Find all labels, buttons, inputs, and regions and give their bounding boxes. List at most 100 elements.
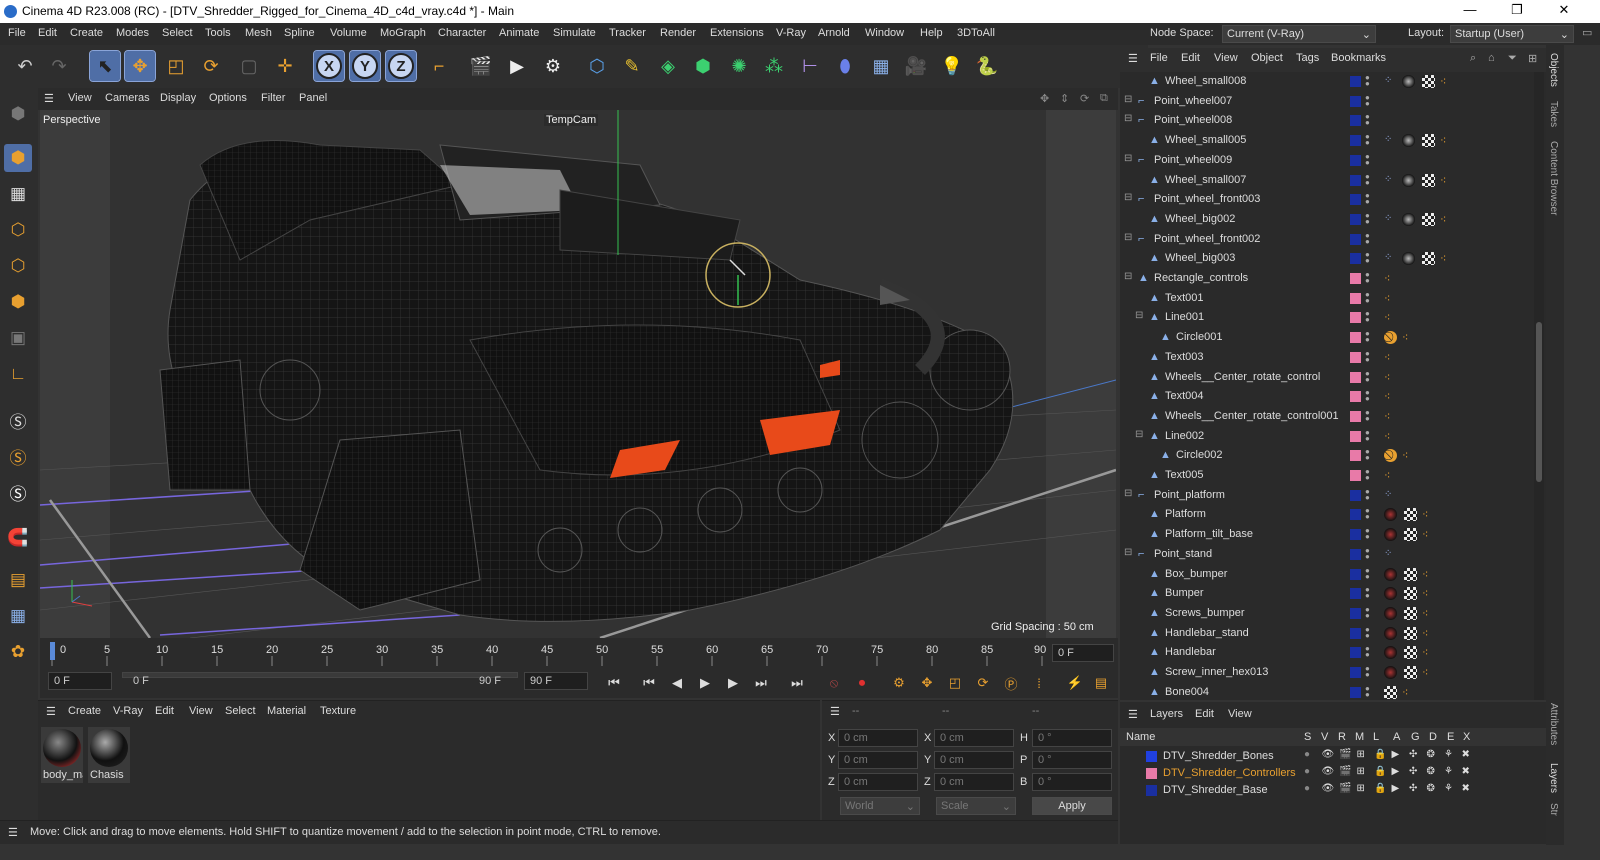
texture-tag-icon[interactable]: [1422, 252, 1435, 266]
texture-tag-icon[interactable]: [1404, 508, 1417, 522]
current-frame-field[interactable]: 0 F: [1052, 644, 1114, 662]
polygons-mode-icon[interactable]: ⬢: [4, 288, 32, 316]
object-menu-view[interactable]: View: [1214, 52, 1238, 64]
object-name[interactable]: Point_wheel007: [1154, 95, 1232, 107]
size-z-field[interactable]: 0 cm: [934, 773, 1014, 791]
object-tree[interactable]: ▲ Wheel_small008 ● ● ⁘ ⁖ ⊟ ⌐ Point_wheel007 ● ● ⊟ ⌐ P…: [1120, 72, 1546, 700]
layer-name[interactable]: DTV_Shredder_Bones: [1163, 750, 1274, 762]
layer-color-swatch[interactable]: [1350, 509, 1361, 521]
object-row[interactable]: ▲ Bone004 ● ● ⁖: [1120, 683, 1530, 700]
viewport-menu-display[interactable]: Display: [160, 92, 196, 104]
position-key-icon[interactable]: ✥: [916, 673, 938, 693]
solo-icon[interactable]: ●: [1304, 749, 1310, 760]
visibility-dots-icon[interactable]: ● ●: [1365, 231, 1370, 246]
quantize-icon[interactable]: Ⓢ: [4, 478, 32, 506]
layer-color-swatch[interactable]: [1350, 312, 1361, 324]
tab-content-browser[interactable]: Content Browser: [1548, 141, 1559, 215]
material-tag-icon[interactable]: [1384, 626, 1397, 640]
texture-tag-icon[interactable]: [1404, 567, 1417, 581]
expression-tag-icon[interactable]: ⁖: [1384, 272, 1397, 285]
playhead[interactable]: [50, 642, 55, 660]
layer-color-swatch[interactable]: [1350, 470, 1361, 481]
object-row[interactable]: ⊟ ▲ Line002 ● ● ⁖: [1120, 427, 1530, 447]
rig-tag-icon[interactable]: ⁘: [1384, 252, 1397, 265]
menu-mograph[interactable]: MoGraph: [380, 27, 426, 39]
layer-color-swatch[interactable]: [1350, 430, 1361, 442]
visibility-dots-icon[interactable]: ● ●: [1365, 665, 1370, 679]
position-y-field[interactable]: 0 cm: [838, 751, 918, 769]
minimize-button[interactable]: —: [1450, 2, 1490, 17]
expression-tag-icon[interactable]: ⁖: [1384, 351, 1397, 364]
home-icon[interactable]: ⌂: [1488, 52, 1495, 64]
generators-icon[interactable]: ✣: [1409, 766, 1417, 777]
object-name[interactable]: Wheels__Center_rotate_control001: [1165, 410, 1339, 422]
layer-color-swatch[interactable]: [1350, 391, 1361, 403]
record-active-objects-icon[interactable]: ⦸: [823, 673, 845, 693]
object-row[interactable]: ⊟ ▲ Rectangle_controls ● ● ⁖: [1120, 269, 1530, 289]
object-menu-object[interactable]: Object: [1251, 52, 1283, 64]
layer-color-swatch[interactable]: [1350, 154, 1361, 166]
object-name[interactable]: Point_stand: [1154, 548, 1212, 560]
coords-hamburger-icon[interactable]: ☰: [830, 705, 840, 718]
recent-tool-icon[interactable]: ▢: [234, 51, 264, 81]
expression-tag-icon[interactable]: ⁖: [1384, 430, 1397, 443]
material-menu-vray[interactable]: V-Ray: [113, 705, 143, 717]
expression-tag-icon[interactable]: ⁖: [1422, 627, 1435, 640]
object-row[interactable]: ▲ Box_bumper ● ● ⁖: [1120, 565, 1530, 585]
rotate-tool-icon[interactable]: ⟳: [196, 51, 226, 81]
object-row[interactable]: ⊟ ⌐ Point_stand ● ● ⁘: [1120, 545, 1530, 565]
object-hamburger-icon[interactable]: ☰: [1128, 52, 1138, 65]
visibility-dots-icon[interactable]: ● ●: [1365, 113, 1370, 127]
layer-color-swatch[interactable]: [1350, 529, 1361, 541]
menu-3dtoall[interactable]: 3DToAll: [957, 27, 995, 39]
coordinate-system-icon[interactable]: ⌐: [424, 51, 454, 81]
material-tag-icon[interactable]: [1384, 646, 1397, 660]
material-tag-icon[interactable]: [1402, 252, 1415, 266]
end-frame-field[interactable]: 90 F: [524, 672, 588, 690]
animation-icon[interactable]: ▶: [1392, 783, 1400, 794]
xrefs-icon[interactable]: ✖: [1462, 766, 1470, 777]
layers-hamburger-icon[interactable]: ☰: [1128, 708, 1138, 721]
status-hamburger-icon[interactable]: ☰: [8, 826, 18, 839]
rig-tag-icon[interactable]: ⁘: [1384, 548, 1397, 561]
layer-color-swatch[interactable]: [1350, 332, 1361, 344]
texture-tag-icon[interactable]: [1384, 685, 1397, 699]
size-mode-dropdown[interactable]: Scale ⌄: [936, 797, 1016, 815]
object-name[interactable]: Wheels__Center_rotate_control: [1165, 371, 1320, 383]
render-icon[interactable]: 🎬: [1339, 749, 1351, 760]
position-x-field[interactable]: 0 cm: [838, 729, 918, 747]
material-menu-texture[interactable]: Texture: [320, 705, 356, 717]
menu-extensions[interactable]: Extensions: [710, 27, 764, 39]
object-menu-file[interactable]: File: [1150, 52, 1168, 64]
layer-color-swatch[interactable]: [1350, 135, 1361, 147]
rotation-p-field[interactable]: 0 °: [1032, 751, 1112, 769]
object-row[interactable]: ▲ Text004 ● ● ⁖: [1120, 387, 1530, 407]
layers-menu-layers[interactable]: Layers: [1150, 708, 1183, 720]
object-row[interactable]: ▲ Screw_inner_hex013 ● ● ⁖: [1120, 663, 1530, 683]
fold-toggle-icon[interactable]: ⊟: [1124, 94, 1132, 105]
tab-objects[interactable]: Objects: [1548, 53, 1559, 87]
layer-color-swatch[interactable]: [1350, 489, 1361, 501]
expression-tag-icon[interactable]: ⁖: [1402, 331, 1415, 344]
apply-button[interactable]: Apply: [1032, 797, 1112, 815]
deformers-icon[interactable]: ❂: [1427, 766, 1435, 777]
layer-row[interactable]: DTV_Shredder_Controllers ● 👁 🎬 ⊞ 🔒 ▶ ✣ ❂ ⚘ ✖: [1120, 765, 1530, 782]
object-name[interactable]: Text001: [1165, 292, 1204, 304]
layer-color-swatch[interactable]: [1146, 768, 1157, 779]
menu-help[interactable]: Help: [920, 27, 943, 39]
scheme-icon[interactable]: ⚡: [1064, 673, 1086, 693]
pen-spline-icon[interactable]: ✎: [617, 51, 647, 81]
menu-vray[interactable]: V-Ray: [776, 27, 806, 39]
visibility-dots-icon[interactable]: ● ●: [1365, 468, 1370, 482]
tab-takes[interactable]: Takes: [1548, 101, 1559, 127]
expression-tag-icon[interactable]: ⁖: [1402, 686, 1415, 699]
object-row[interactable]: ▲ Wheel_small005 ● ● ⁘ ⁖: [1120, 131, 1530, 151]
object-name[interactable]: Screws_bumper: [1165, 607, 1244, 619]
material-tag-icon[interactable]: [1384, 567, 1397, 581]
autokey-icon[interactable]: ⏺: [851, 673, 873, 693]
menu-simulate[interactable]: Simulate: [553, 27, 596, 39]
object-scrollbar[interactable]: [1534, 72, 1544, 700]
expression-tag-icon[interactable]: ⁖: [1384, 292, 1397, 305]
object-name[interactable]: Text004: [1165, 390, 1204, 402]
viewport-move-icon[interactable]: ✥: [1040, 92, 1049, 105]
